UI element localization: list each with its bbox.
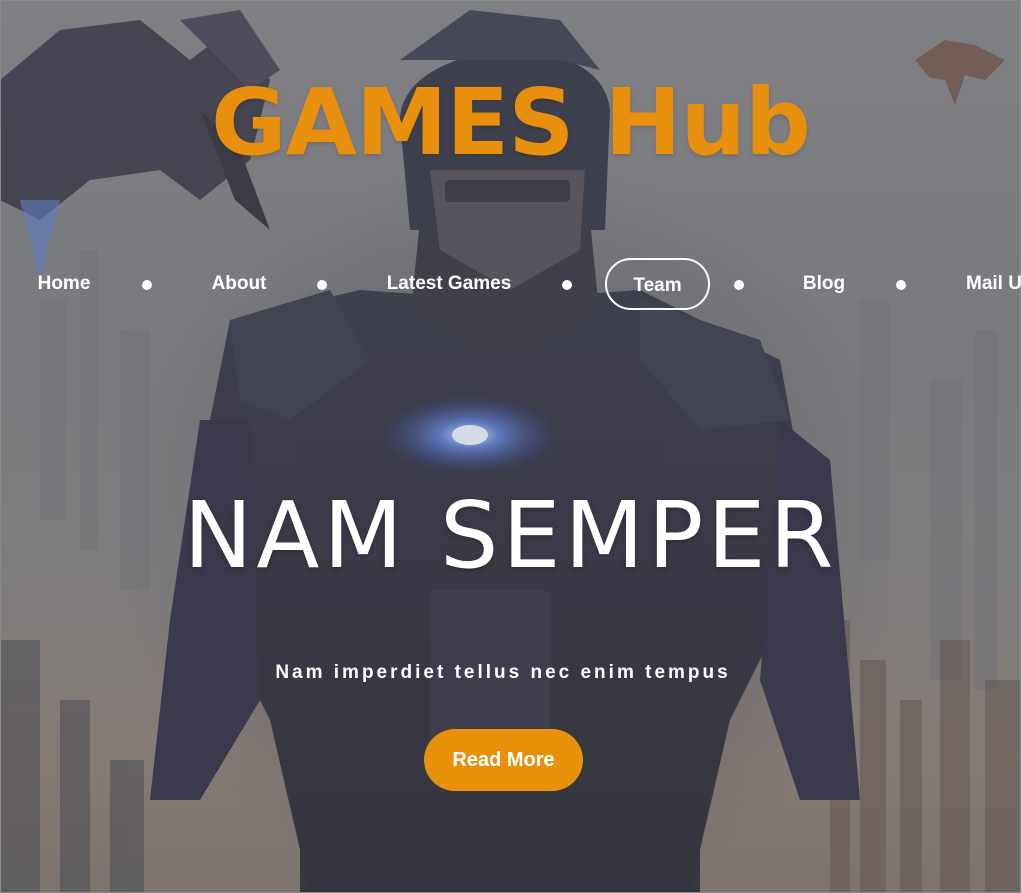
nav-item-mail-us[interactable]: Mail Us xyxy=(966,258,1021,310)
nav-item-home[interactable]: Home xyxy=(14,258,114,310)
nav-separator-dot xyxy=(142,280,152,290)
nav-separator-dot xyxy=(317,280,327,290)
hero-section: GAMES Hub Home About Latest Games Team B… xyxy=(0,0,1021,893)
site-title[interactable]: GAMES Hub xyxy=(0,68,1021,178)
nav-separator-dot xyxy=(896,280,906,290)
main-nav: Home About Latest Games Team Blog Mail U… xyxy=(0,258,1021,312)
nav-item-about[interactable]: About xyxy=(188,258,290,310)
nav-item-blog[interactable]: Blog xyxy=(784,258,864,310)
hero-subheadline: Nam imperdiet tellus nec enim tempus xyxy=(275,662,731,683)
nav-item-team[interactable]: Team xyxy=(605,258,710,310)
nav-separator-dot xyxy=(734,280,744,290)
nav-item-latest-games[interactable]: Latest Games xyxy=(372,258,526,310)
nav-separator-dot xyxy=(562,280,572,290)
read-more-button[interactable]: Read More xyxy=(424,729,583,791)
hero-headline: NAM SEMPER xyxy=(183,482,838,589)
